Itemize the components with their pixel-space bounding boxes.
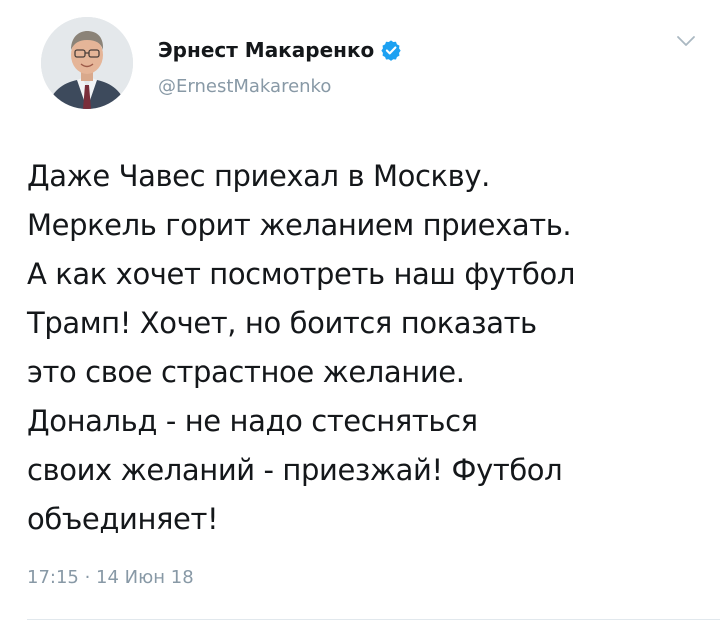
avatar-portrait-icon <box>41 17 133 109</box>
tweet-text-line: А как хочет посмотреть наш футбол <box>27 257 575 291</box>
tweet-text-line: объединяет! <box>27 502 219 536</box>
tweet-timestamp[interactable]: 17:15 · 14 Июн 18 <box>27 567 194 588</box>
author-display-name[interactable]: Эрнест Макаренко <box>158 38 374 62</box>
chevron-down-icon[interactable] <box>673 30 699 52</box>
tweet-text-line: Дональд - не надо стесняться <box>27 404 478 438</box>
avatar[interactable] <box>41 17 133 109</box>
tweet-text-line: Меркель горит желанием приехать. <box>27 208 572 242</box>
divider <box>27 619 720 620</box>
tweet-text-line: своих желаний - приезжай! Футбол <box>27 453 563 487</box>
tweet-text-line: Трамп! Хочет, но боится показать <box>27 306 537 340</box>
author-handle[interactable]: @ErnestMakarenko <box>158 76 331 97</box>
tweet-text-line: Даже Чавес приехал в Москву. <box>27 159 490 193</box>
tweet-text-line: это свое страстное желание. <box>27 355 465 389</box>
author-name-row[interactable]: Эрнест Макаренко <box>158 34 402 66</box>
tweet-card: Эрнест Макаренко @ErnestMakarenko Даже Ч… <box>0 0 720 623</box>
tweet-text: Даже Чавес приехал в Москву. Меркель гор… <box>27 152 707 544</box>
verified-badge-icon <box>380 39 402 61</box>
